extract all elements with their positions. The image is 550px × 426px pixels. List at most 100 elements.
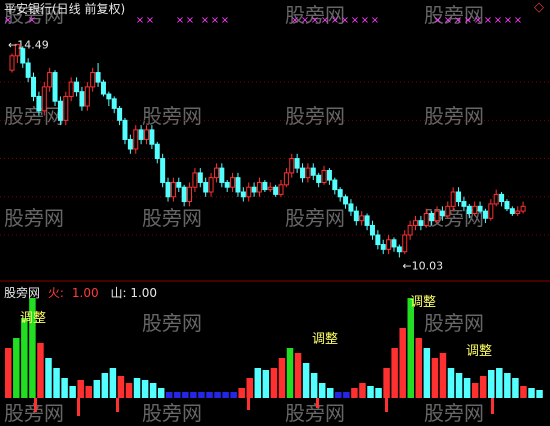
candle-body: [472, 205, 478, 214]
candle-body: [278, 184, 284, 195]
signal-marker: ×: [454, 15, 462, 26]
candle-body: [445, 205, 451, 217]
candle-body: [138, 129, 144, 140]
candle-body: [127, 138, 133, 150]
indicator-bar: [117, 376, 125, 398]
candle-body: [407, 224, 413, 236]
indicator-bar: [407, 298, 414, 398]
diamond-icon[interactable]: ◇: [534, 1, 544, 15]
indicator-bar: [13, 338, 20, 398]
candle-body: [160, 158, 166, 183]
watermark: 股旁网: [424, 311, 484, 335]
indicator-bar: [286, 348, 294, 398]
indicator-bar: [536, 390, 543, 398]
candle-body: [402, 234, 408, 253]
indicator-spike: [77, 398, 80, 416]
indicator-bar: [238, 388, 245, 398]
indicator-bar: [61, 378, 68, 398]
watermark: 股旁网: [285, 104, 345, 128]
signal-marker: ×: [494, 15, 502, 26]
candle-body: [176, 181, 182, 188]
indicator-name: 股旁网: [4, 286, 41, 300]
candle-body: [95, 72, 101, 83]
indicator-bar: [190, 392, 197, 398]
indicator-bar: [302, 363, 310, 398]
candle-body: [208, 177, 214, 193]
indicator-bar: [488, 370, 495, 398]
watermark: 股旁网: [4, 206, 64, 230]
candle-body: [396, 246, 402, 253]
candle-body: [47, 72, 53, 88]
candle-body: [337, 189, 343, 198]
indicator-bar: [278, 358, 286, 398]
candle-body: [348, 203, 354, 212]
candle-body: [477, 205, 483, 212]
candle-body: [133, 129, 139, 150]
candle-body: [515, 210, 521, 215]
indicator-spike: [491, 398, 494, 414]
signal-marker: ×: [504, 15, 512, 26]
indicator-bar: [455, 373, 463, 398]
indicator-bar: [141, 380, 149, 398]
candle-body: [9, 55, 15, 71]
indicator-bar: [166, 392, 173, 398]
candle-body: [380, 244, 386, 250]
high-price-label: ←14.49: [8, 38, 49, 51]
candle-body: [111, 98, 117, 109]
indicator-bar: [359, 383, 366, 398]
candle-body: [122, 119, 128, 140]
indicator-bar: [230, 392, 237, 398]
signal-marker: ×: [351, 15, 359, 26]
signal-marker: ×: [331, 15, 339, 26]
indicator-bar: [149, 383, 157, 398]
adjust-label: 调整: [20, 311, 46, 326]
signal-marker: ×: [211, 15, 219, 26]
candle-body: [181, 186, 187, 203]
candle-body: [461, 201, 467, 207]
indicator-bar: [174, 392, 181, 398]
candle-body: [144, 129, 149, 140]
indicator-bar: [318, 383, 326, 398]
signal-marker: ×: [434, 15, 442, 26]
indicator-bar: [479, 376, 487, 398]
indicator-bar: [37, 343, 44, 398]
candle-body: [197, 172, 203, 183]
adjust-label: 调整: [466, 344, 492, 359]
low-price-label: ←10.03: [402, 259, 443, 272]
candle-body: [504, 201, 510, 210]
candle-body: [499, 193, 505, 203]
candle-body: [267, 186, 273, 191]
signal-marker: ×: [221, 15, 229, 26]
signal-marker: ×: [474, 15, 482, 26]
candle-body: [106, 93, 112, 100]
indicator-bar: [133, 378, 141, 398]
candle-body: [493, 193, 499, 205]
candle-body: [353, 210, 359, 222]
candle-body: [520, 205, 526, 212]
indicator-bar: [423, 348, 431, 398]
indicator-spike: [247, 398, 250, 410]
candle-body: [84, 86, 90, 107]
candle-body: [456, 191, 462, 203]
candle-body: [165, 181, 171, 198]
watermark: 股旁网: [142, 311, 202, 335]
candle-body: [364, 215, 370, 226]
indicator-bar: [512, 378, 519, 398]
indicator-bar: [45, 358, 52, 398]
candle-body: [332, 179, 338, 191]
indicator-bar: [109, 368, 117, 398]
signal-marker: ×: [176, 15, 184, 26]
indicator-bar: [439, 353, 447, 398]
candle-body: [482, 210, 488, 219]
candle-body: [219, 167, 225, 183]
signal-marker: ×: [146, 15, 154, 26]
indicator-bar: [327, 388, 334, 398]
indicator-bar: [254, 368, 262, 398]
indicator-bar: [125, 383, 133, 398]
signal-marker: ×: [321, 15, 329, 26]
indicator-bar: [351, 388, 358, 398]
signal-marker: ×: [464, 15, 472, 26]
candle-body: [283, 172, 289, 186]
indicator-bar: [262, 370, 270, 398]
signal-marker: ×: [341, 15, 349, 26]
